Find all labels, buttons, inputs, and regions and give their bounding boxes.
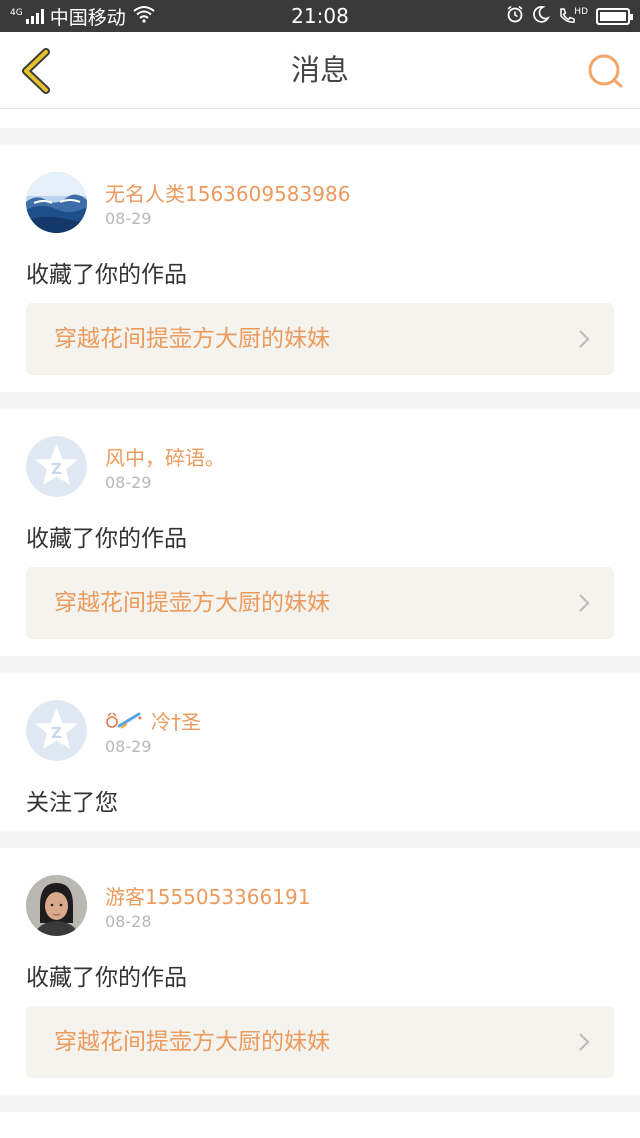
work-title: 穿越花间提壶方大厨的妹妹: [54, 1029, 330, 1055]
alarm-icon: [506, 5, 524, 27]
battery-icon: [596, 7, 633, 25]
decorative-emoji-icon: [106, 712, 142, 729]
top-spacer: [0, 109, 640, 128]
search-icon: [588, 54, 623, 88]
moon-icon: [532, 5, 551, 27]
search-button[interactable]: [584, 50, 628, 94]
avatar[interactable]: Z: [26, 700, 87, 761]
chevron-right-icon: [579, 594, 590, 612]
avatar[interactable]: [26, 172, 87, 233]
message-date: 08-28: [105, 912, 152, 931]
message-card[interactable]: Z 风中，碎语。 08-29 收藏了你的作品 穿越花间提壶方大厨的妹妹: [0, 409, 640, 656]
page-title: 消息: [290, 53, 349, 87]
status-left: 4G 中国移动: [10, 0, 156, 32]
message-action: 关注了您: [26, 790, 118, 816]
chevron-right-icon: [579, 1033, 590, 1051]
message-card[interactable]: Z 冷†圣 08-29 关注了您: [0, 673, 640, 831]
work-title: 穿越花间提壶方大厨的妹妹: [54, 590, 330, 616]
chevron-right-icon: [579, 330, 590, 348]
user-name[interactable]: 无名人类1563609583986: [105, 178, 350, 207]
message-date: 08-29: [105, 209, 152, 228]
svg-text:Z: Z: [51, 460, 62, 478]
hd-label: HD: [574, 7, 588, 17]
network-type: 4G: [10, 8, 23, 18]
chevron-left-icon: [22, 48, 50, 94]
message-action: 收藏了你的作品: [26, 965, 187, 991]
wifi-icon: [132, 5, 156, 28]
default-avatar-star-icon: Z: [26, 700, 87, 761]
message-card-partial: [0, 1112, 640, 1138]
back-button[interactable]: [12, 46, 60, 96]
avatar[interactable]: Z: [26, 436, 87, 497]
signal-icon: 4G: [10, 8, 44, 24]
message-date: 08-29: [105, 737, 152, 756]
message-action: 收藏了你的作品: [26, 262, 187, 288]
work-link[interactable]: 穿越花间提壶方大厨的妹妹: [26, 1006, 614, 1078]
work-link[interactable]: 穿越花间提壶方大厨的妹妹: [26, 567, 614, 639]
user-name[interactable]: 风中，碎语。: [105, 442, 225, 471]
work-link[interactable]: 穿越花间提壶方大厨的妹妹: [26, 303, 614, 375]
message-card[interactable]: 游客1555053366191 08-28 收藏了你的作品 穿越花间提壶方大厨的…: [0, 848, 640, 1095]
default-avatar-star-icon: Z: [26, 436, 87, 497]
user-name[interactable]: 游客1555053366191: [105, 881, 310, 910]
svg-text:Z: Z: [51, 724, 62, 742]
work-title: 穿越花间提壶方大厨的妹妹: [54, 326, 330, 352]
nav-bar: 消息: [0, 32, 640, 109]
message-action: 收藏了你的作品: [26, 526, 187, 552]
user-name-row[interactable]: 冷†圣: [105, 706, 201, 735]
status-right: HD: [506, 0, 633, 32]
message-card[interactable]: 无名人类1563609583986 08-29 收藏了你的作品 穿越花间提壶方大…: [0, 145, 640, 392]
hd-call-icon: HD: [558, 7, 588, 25]
status-bar: 4G 中国移动 21:08 HD: [0, 0, 640, 32]
message-date: 08-29: [105, 473, 152, 492]
carrier-name: 中国移动: [49, 6, 126, 29]
avatar[interactable]: [26, 875, 87, 936]
user-name: 冷†圣: [151, 710, 201, 734]
